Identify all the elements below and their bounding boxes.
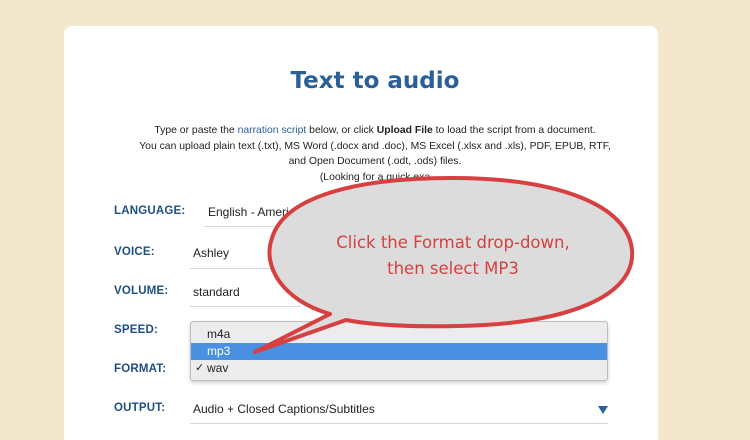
callout-line2: then select MP3	[387, 259, 519, 278]
callout-bubble	[253, 176, 635, 354]
callout-line1: Click the Format drop-down,	[336, 233, 570, 252]
callout-text: Click the Format drop-down, then select …	[288, 230, 618, 282]
